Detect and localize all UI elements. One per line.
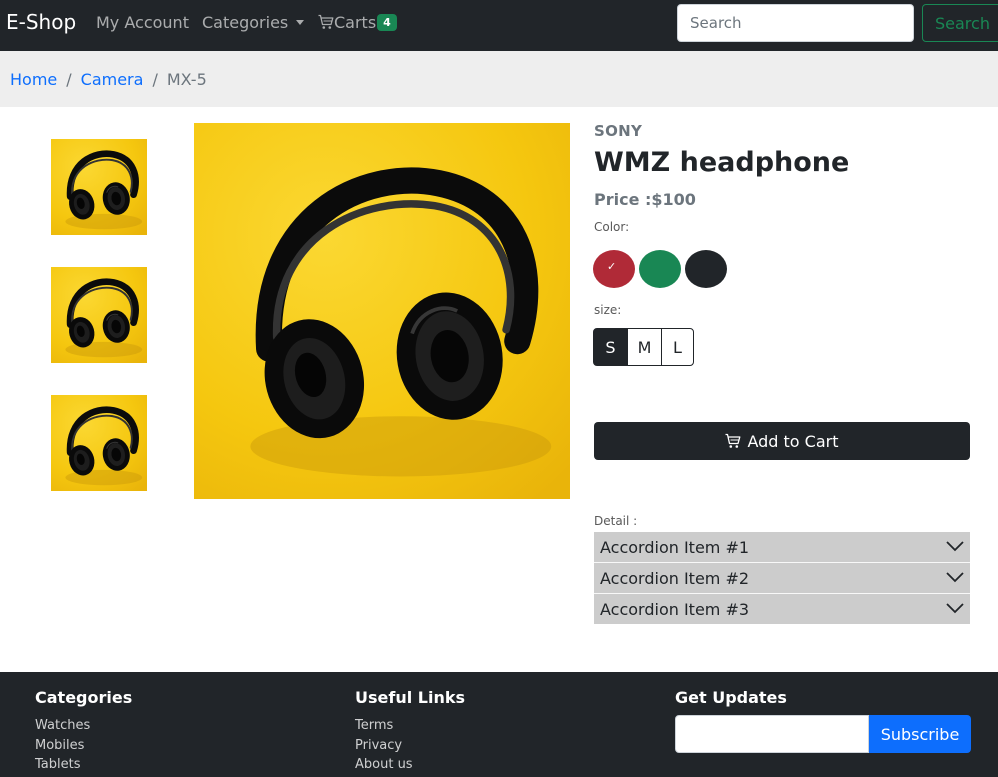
headphone-image — [194, 123, 570, 499]
size-option-l[interactable]: L — [661, 328, 694, 366]
footer-useful-links: Useful Links Terms Privacy About us — [355, 688, 465, 775]
breadcrumb-separator: / — [152, 70, 158, 89]
color-swatch-red[interactable]: ✓ — [593, 250, 635, 288]
footer-link-watches[interactable]: Watches — [35, 716, 132, 736]
product-thumbnail-1[interactable] — [51, 139, 147, 235]
breadcrumb-home[interactable]: Home — [10, 70, 57, 89]
size-label: size: — [594, 303, 622, 317]
check-icon: ✓ — [607, 260, 617, 273]
footer-link-mobiles[interactable]: Mobiles — [35, 736, 132, 756]
add-to-cart-label: Add to Cart — [747, 431, 839, 451]
nav-carts[interactable]: Carts 4 — [318, 13, 397, 32]
size-option-s[interactable]: S — [593, 328, 628, 366]
footer-link-terms[interactable]: Terms — [355, 716, 465, 736]
product-main-image — [194, 123, 570, 499]
detail-label: Detail : — [594, 514, 638, 528]
footer-link-privacy[interactable]: Privacy — [355, 736, 465, 756]
nav-my-account[interactable]: My Account — [96, 13, 189, 32]
footer-link-tablets[interactable]: Tablets — [35, 755, 132, 775]
detail-accordion: Accordion Item #1 Accordion Item #2 Acco… — [594, 532, 970, 624]
footer-link-about-us[interactable]: About us — [355, 755, 465, 775]
size-option-m[interactable]: M — [627, 328, 662, 366]
subscribe-button[interactable]: Subscribe — [869, 715, 971, 753]
nav-categories-label: Categories — [202, 13, 289, 32]
breadcrumb: Home / Camera / MX-5 — [10, 70, 207, 89]
nav-carts-label: Carts — [334, 13, 377, 32]
footer-categories: Categories Watches Mobiles Tablets — [35, 688, 132, 775]
chevron-down-icon — [946, 603, 964, 614]
search-input[interactable] — [677, 4, 914, 42]
color-swatch-dark[interactable] — [685, 250, 727, 288]
cart-icon — [318, 14, 334, 29]
breadcrumb-camera[interactable]: Camera — [81, 70, 144, 89]
nav-categories-dropdown[interactable]: Categories — [202, 13, 305, 32]
top-navbar: E-Shop My Account Categories Carts 4 Sear… — [0, 0, 998, 51]
footer-categories-title: Categories — [35, 688, 133, 707]
accordion-item-1[interactable]: Accordion Item #1 — [594, 532, 970, 563]
color-label: Color: — [594, 220, 630, 234]
accordion-item-label: Accordion Item #3 — [600, 600, 750, 619]
headphone-image — [51, 267, 147, 363]
headphone-image — [51, 395, 147, 491]
product-thumbnail-3[interactable] — [51, 395, 147, 491]
product-title: WMZ headphone — [594, 147, 850, 178]
product-price: Price :$100 — [594, 190, 696, 209]
color-swatch-green[interactable] — [639, 250, 681, 288]
accordion-item-label: Accordion Item #2 — [600, 569, 750, 588]
footer-updates-title: Get Updates — [675, 688, 787, 707]
chevron-down-icon — [946, 541, 964, 552]
caret-down-icon — [296, 20, 305, 25]
product-thumbnail-2[interactable] — [51, 267, 147, 363]
size-selector: S M L — [593, 328, 694, 366]
footer-useful-links-title: Useful Links — [355, 688, 466, 707]
breadcrumb-separator: / — [66, 70, 72, 89]
accordion-item-2[interactable]: Accordion Item #2 — [594, 563, 970, 594]
product-brand: SONY — [594, 122, 643, 140]
accordion-item-3[interactable]: Accordion Item #3 — [594, 594, 970, 624]
cart-count-badge: 4 — [377, 13, 397, 31]
add-to-cart-button[interactable]: Add to Cart — [594, 422, 970, 460]
cart-icon — [725, 433, 741, 448]
brand-logo[interactable]: E-Shop — [6, 10, 76, 34]
breadcrumb-bar: Home / Camera / MX-5 — [0, 51, 998, 107]
subscribe-email-input[interactable] — [675, 715, 869, 753]
breadcrumb-current: MX-5 — [166, 70, 207, 89]
headphone-image — [51, 139, 147, 235]
chevron-down-icon — [946, 572, 964, 583]
footer-updates: Get Updates — [675, 688, 787, 716]
search-button[interactable]: Search — [922, 4, 998, 42]
accordion-item-label: Accordion Item #1 — [600, 538, 750, 557]
